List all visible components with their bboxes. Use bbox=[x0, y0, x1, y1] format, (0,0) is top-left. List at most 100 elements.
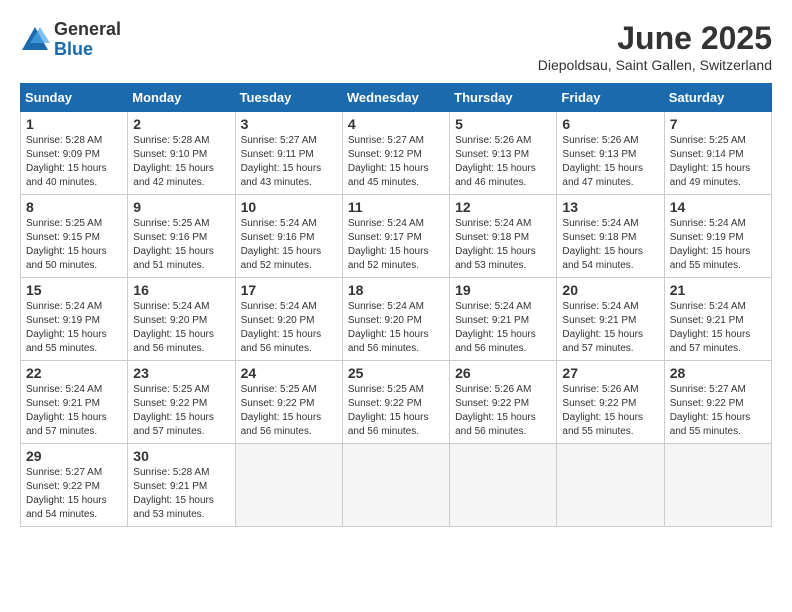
day-number: 22 bbox=[26, 365, 122, 381]
logo-blue-text: Blue bbox=[54, 40, 121, 60]
calendar-cell: 11 Sunrise: 5:24 AM Sunset: 9:17 PM Dayl… bbox=[342, 195, 449, 278]
title-section: June 2025 Diepoldsau, Saint Gallen, Swit… bbox=[538, 20, 772, 73]
calendar-cell: 14 Sunrise: 5:24 AM Sunset: 9:19 PM Dayl… bbox=[664, 195, 771, 278]
calendar-cell: 12 Sunrise: 5:24 AM Sunset: 9:18 PM Dayl… bbox=[450, 195, 557, 278]
day-number: 30 bbox=[133, 448, 229, 464]
day-detail: Sunrise: 5:24 AM Sunset: 9:17 PM Dayligh… bbox=[348, 217, 444, 273]
calendar-cell: 1 Sunrise: 5:28 AM Sunset: 9:09 PM Dayli… bbox=[21, 112, 128, 195]
calendar-cell: 21 Sunrise: 5:24 AM Sunset: 9:21 PM Dayl… bbox=[664, 278, 771, 361]
day-number: 17 bbox=[241, 282, 337, 298]
calendar-week-3: 15 Sunrise: 5:24 AM Sunset: 9:19 PM Dayl… bbox=[21, 278, 772, 361]
calendar-week-4: 22 Sunrise: 5:24 AM Sunset: 9:21 PM Dayl… bbox=[21, 361, 772, 444]
day-detail: Sunrise: 5:25 AM Sunset: 9:22 PM Dayligh… bbox=[241, 383, 337, 439]
day-number: 9 bbox=[133, 199, 229, 215]
day-number: 7 bbox=[670, 116, 766, 132]
day-number: 24 bbox=[241, 365, 337, 381]
calendar-cell: 27 Sunrise: 5:26 AM Sunset: 9:22 PM Dayl… bbox=[557, 361, 664, 444]
day-number: 13 bbox=[562, 199, 658, 215]
calendar-cell: 9 Sunrise: 5:25 AM Sunset: 9:16 PM Dayli… bbox=[128, 195, 235, 278]
day-detail: Sunrise: 5:24 AM Sunset: 9:20 PM Dayligh… bbox=[133, 300, 229, 356]
day-number: 27 bbox=[562, 365, 658, 381]
day-number: 16 bbox=[133, 282, 229, 298]
calendar-cell bbox=[450, 444, 557, 527]
day-number: 18 bbox=[348, 282, 444, 298]
calendar-cell: 13 Sunrise: 5:24 AM Sunset: 9:18 PM Dayl… bbox=[557, 195, 664, 278]
calendar-week-1: 1 Sunrise: 5:28 AM Sunset: 9:09 PM Dayli… bbox=[21, 112, 772, 195]
header-cell-saturday: Saturday bbox=[664, 84, 771, 112]
calendar-cell: 7 Sunrise: 5:25 AM Sunset: 9:14 PM Dayli… bbox=[664, 112, 771, 195]
day-detail: Sunrise: 5:26 AM Sunset: 9:13 PM Dayligh… bbox=[455, 134, 551, 190]
day-number: 6 bbox=[562, 116, 658, 132]
header-cell-wednesday: Wednesday bbox=[342, 84, 449, 112]
logo-text: General Blue bbox=[54, 20, 121, 60]
logo-general-text: General bbox=[54, 20, 121, 40]
day-number: 4 bbox=[348, 116, 444, 132]
calendar-cell: 10 Sunrise: 5:24 AM Sunset: 9:16 PM Dayl… bbox=[235, 195, 342, 278]
day-detail: Sunrise: 5:28 AM Sunset: 9:10 PM Dayligh… bbox=[133, 134, 229, 190]
day-detail: Sunrise: 5:24 AM Sunset: 9:21 PM Dayligh… bbox=[455, 300, 551, 356]
day-number: 14 bbox=[670, 199, 766, 215]
header-cell-sunday: Sunday bbox=[21, 84, 128, 112]
day-detail: Sunrise: 5:24 AM Sunset: 9:18 PM Dayligh… bbox=[562, 217, 658, 273]
calendar-cell: 30 Sunrise: 5:28 AM Sunset: 9:21 PM Dayl… bbox=[128, 444, 235, 527]
day-number: 5 bbox=[455, 116, 551, 132]
calendar-week-2: 8 Sunrise: 5:25 AM Sunset: 9:15 PM Dayli… bbox=[21, 195, 772, 278]
calendar-cell: 17 Sunrise: 5:24 AM Sunset: 9:20 PM Dayl… bbox=[235, 278, 342, 361]
day-detail: Sunrise: 5:25 AM Sunset: 9:22 PM Dayligh… bbox=[348, 383, 444, 439]
month-title: June 2025 bbox=[538, 20, 772, 57]
day-number: 29 bbox=[26, 448, 122, 464]
header-cell-friday: Friday bbox=[557, 84, 664, 112]
day-number: 19 bbox=[455, 282, 551, 298]
calendar: SundayMondayTuesdayWednesdayThursdayFrid… bbox=[20, 83, 772, 527]
calendar-header-row: SundayMondayTuesdayWednesdayThursdayFrid… bbox=[21, 84, 772, 112]
day-detail: Sunrise: 5:26 AM Sunset: 9:22 PM Dayligh… bbox=[455, 383, 551, 439]
day-detail: Sunrise: 5:24 AM Sunset: 9:16 PM Dayligh… bbox=[241, 217, 337, 273]
day-detail: Sunrise: 5:27 AM Sunset: 9:11 PM Dayligh… bbox=[241, 134, 337, 190]
calendar-cell: 3 Sunrise: 5:27 AM Sunset: 9:11 PM Dayli… bbox=[235, 112, 342, 195]
header-cell-thursday: Thursday bbox=[450, 84, 557, 112]
logo-icon bbox=[20, 25, 50, 55]
day-number: 20 bbox=[562, 282, 658, 298]
day-detail: Sunrise: 5:26 AM Sunset: 9:13 PM Dayligh… bbox=[562, 134, 658, 190]
day-detail: Sunrise: 5:26 AM Sunset: 9:22 PM Dayligh… bbox=[562, 383, 658, 439]
day-detail: Sunrise: 5:28 AM Sunset: 9:09 PM Dayligh… bbox=[26, 134, 122, 190]
calendar-cell: 18 Sunrise: 5:24 AM Sunset: 9:20 PM Dayl… bbox=[342, 278, 449, 361]
calendar-cell bbox=[342, 444, 449, 527]
day-number: 23 bbox=[133, 365, 229, 381]
day-detail: Sunrise: 5:27 AM Sunset: 9:12 PM Dayligh… bbox=[348, 134, 444, 190]
calendar-cell bbox=[557, 444, 664, 527]
calendar-cell: 15 Sunrise: 5:24 AM Sunset: 9:19 PM Dayl… bbox=[21, 278, 128, 361]
calendar-week-5: 29 Sunrise: 5:27 AM Sunset: 9:22 PM Dayl… bbox=[21, 444, 772, 527]
day-number: 21 bbox=[670, 282, 766, 298]
day-detail: Sunrise: 5:25 AM Sunset: 9:22 PM Dayligh… bbox=[133, 383, 229, 439]
logo: General Blue bbox=[20, 20, 121, 60]
day-detail: Sunrise: 5:25 AM Sunset: 9:16 PM Dayligh… bbox=[133, 217, 229, 273]
day-detail: Sunrise: 5:24 AM Sunset: 9:20 PM Dayligh… bbox=[348, 300, 444, 356]
calendar-cell: 5 Sunrise: 5:26 AM Sunset: 9:13 PM Dayli… bbox=[450, 112, 557, 195]
calendar-cell: 28 Sunrise: 5:27 AM Sunset: 9:22 PM Dayl… bbox=[664, 361, 771, 444]
day-number: 12 bbox=[455, 199, 551, 215]
day-detail: Sunrise: 5:24 AM Sunset: 9:21 PM Dayligh… bbox=[26, 383, 122, 439]
day-detail: Sunrise: 5:27 AM Sunset: 9:22 PM Dayligh… bbox=[26, 466, 122, 522]
calendar-cell bbox=[235, 444, 342, 527]
header-cell-tuesday: Tuesday bbox=[235, 84, 342, 112]
day-number: 10 bbox=[241, 199, 337, 215]
calendar-cell: 6 Sunrise: 5:26 AM Sunset: 9:13 PM Dayli… bbox=[557, 112, 664, 195]
calendar-cell: 20 Sunrise: 5:24 AM Sunset: 9:21 PM Dayl… bbox=[557, 278, 664, 361]
day-detail: Sunrise: 5:24 AM Sunset: 9:19 PM Dayligh… bbox=[26, 300, 122, 356]
day-number: 3 bbox=[241, 116, 337, 132]
day-detail: Sunrise: 5:24 AM Sunset: 9:18 PM Dayligh… bbox=[455, 217, 551, 273]
calendar-cell: 19 Sunrise: 5:24 AM Sunset: 9:21 PM Dayl… bbox=[450, 278, 557, 361]
calendar-cell: 2 Sunrise: 5:28 AM Sunset: 9:10 PM Dayli… bbox=[128, 112, 235, 195]
calendar-cell: 22 Sunrise: 5:24 AM Sunset: 9:21 PM Dayl… bbox=[21, 361, 128, 444]
day-number: 11 bbox=[348, 199, 444, 215]
day-detail: Sunrise: 5:27 AM Sunset: 9:22 PM Dayligh… bbox=[670, 383, 766, 439]
day-detail: Sunrise: 5:24 AM Sunset: 9:21 PM Dayligh… bbox=[562, 300, 658, 356]
day-number: 1 bbox=[26, 116, 122, 132]
calendar-cell: 8 Sunrise: 5:25 AM Sunset: 9:15 PM Dayli… bbox=[21, 195, 128, 278]
header-cell-monday: Monday bbox=[128, 84, 235, 112]
day-number: 28 bbox=[670, 365, 766, 381]
calendar-cell bbox=[664, 444, 771, 527]
calendar-cell: 16 Sunrise: 5:24 AM Sunset: 9:20 PM Dayl… bbox=[128, 278, 235, 361]
calendar-cell: 29 Sunrise: 5:27 AM Sunset: 9:22 PM Dayl… bbox=[21, 444, 128, 527]
